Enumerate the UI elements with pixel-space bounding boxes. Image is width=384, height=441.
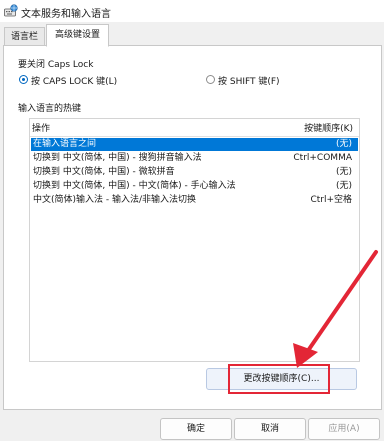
hotkey-row-action: 中文(简体)输入法 - 输入法/非输入法切换 [33,195,197,205]
hotkey-row-action: 在输入语言之间 [33,139,97,149]
shift-key-label[interactable]: 按 SHIFT 键(F) [218,74,280,87]
hotkey-row[interactable]: 切换到 中文(简体, 中国) - 微软拼音 (无) [31,166,358,179]
hotkey-row[interactable]: 切换到 中文(简体, 中国) - 中文(简体) - 手心输入法 (无) [31,180,358,193]
column-header-key-sequence[interactable]: 按键顺序(K) [304,121,353,134]
shift-key-radio[interactable] [206,75,215,84]
hotkey-list[interactable]: 操作 按键顺序(K) 在输入语言之间 (无) 切换到 中文(简体, 中国) - … [29,118,360,362]
hotkey-row-action: 切换到 中文(简体, 中国) - 微软拼音 [33,167,175,177]
cancel-button[interactable]: 取消 [234,418,306,440]
tab-advanced-key-settings[interactable]: 高级键设置 [46,24,110,47]
column-header-action[interactable]: 操作 [32,121,50,134]
caps-lock-key-radio[interactable] [19,75,28,84]
caps-lock-group-label: 要关闭 Caps Lock [18,60,94,70]
hotkey-row-key: (无) [335,181,352,191]
hotkey-row-key: Ctrl+COMMA [293,153,352,163]
red-highlight-box [228,364,330,394]
ok-button[interactable]: 确定 [160,418,232,440]
tab-language-bar[interactable]: 语言栏 [4,27,46,46]
hotkey-row-action: 切换到 中文(简体, 中国) - 搜狗拼音输入法 [33,153,202,163]
window-title: 文本服务和输入语言 [21,9,111,20]
hotkey-list-header: 操作 按键顺序(K) [30,119,359,137]
hotkeys-group-label: 输入语言的热键 [18,104,82,114]
hotkey-row-key: (无) [335,167,352,177]
apply-button[interactable]: 应用(A) [308,418,380,440]
hotkey-row-action: 切换到 中文(简体, 中国) - 中文(简体) - 手心输入法 [33,181,236,191]
keyboard-globe-icon [4,4,18,17]
hotkey-row-key: (无) [335,139,352,149]
hotkey-row[interactable]: 切换到 中文(简体, 中国) - 搜狗拼音输入法 Ctrl+COMMA [31,152,358,165]
title-bar: 文本服务和输入语言 [0,0,384,22]
hotkey-row[interactable]: 中文(简体)输入法 - 输入法/非输入法切换 Ctrl+空格 [31,194,358,207]
hotkey-row-key: Ctrl+空格 [310,195,352,205]
hotkey-row[interactable]: 在输入语言之间 (无) [31,138,358,151]
caps-lock-key-label[interactable]: 按 CAPS LOCK 键(L) [31,74,117,87]
